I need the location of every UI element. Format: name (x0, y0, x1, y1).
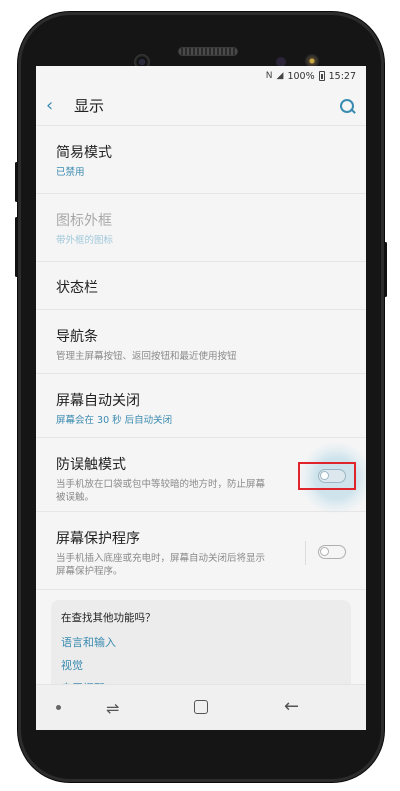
setting-title: 屏幕保护程序 (56, 531, 140, 547)
bixby-key (15, 162, 18, 202)
setting-navigation-bar[interactable]: 导航条 管理主屏幕按钮、返回按钮和最近使用按钮 (36, 310, 366, 374)
setting-subtitle: 屏幕会在 30 秒 后自动关闭 (56, 415, 173, 426)
screen-saver-toggle[interactable] (318, 545, 346, 559)
app-header: ‹ 显示 (36, 86, 366, 126)
setting-screen-timeout[interactable]: 屏幕自动关闭 屏幕会在 30 秒 后自动关闭 (36, 374, 366, 438)
earpiece-speaker (178, 47, 238, 56)
back-icon[interactable]: ← (284, 696, 299, 717)
setting-icon-frames[interactable]: 图标外框 带外框的图标 (36, 194, 366, 262)
setting-subtitle: 当手机放在口袋或包中等较暗的地方时，防止屏幕被误触。 (56, 479, 266, 503)
volume-key (15, 217, 18, 277)
setting-accidental-touch-protection[interactable]: 防误触模式 当手机放在口袋或包中等较暗的地方时，防止屏幕被误触。 (36, 438, 366, 514)
status-bar: N ◢ 100% 15:27 (36, 66, 366, 86)
setting-title: 屏幕自动关闭 (56, 393, 140, 409)
back-arrow-icon[interactable]: ‹ (46, 95, 70, 116)
setting-easy-mode[interactable]: 简易模式 已禁用 (36, 126, 366, 194)
signal-icon: ◢ (276, 71, 284, 81)
suggestions-title: 在查找其他功能吗？ (61, 612, 156, 624)
battery-icon (318, 71, 325, 81)
search-icon[interactable] (338, 97, 356, 115)
setting-subtitle: 管理主屏幕按钮、返回按钮和最近使用按钮 (56, 351, 237, 362)
highlight-box (298, 462, 356, 490)
divider (305, 541, 306, 565)
power-key (384, 242, 387, 297)
setting-title: 防误触模式 (56, 457, 126, 473)
nfc-icon: N (265, 71, 273, 81)
phone-screen: N ◢ 100% 15:27 ‹ 显示 简易模式 已禁用 图标外框 带外框的图标… (36, 66, 366, 730)
toggle-knob (320, 547, 329, 556)
home-icon[interactable] (194, 700, 208, 714)
setting-status-bar[interactable]: 状态栏 (36, 262, 366, 310)
setting-subtitle: 当手机插入底座或充电时，屏幕自动关闭后将显示屏幕保护程序。 (56, 553, 266, 577)
navigation-bar: ⇌ ← (36, 684, 366, 730)
setting-title: 状态栏 (56, 280, 98, 296)
link-vision[interactable]: 视觉 (61, 656, 341, 679)
setting-title: 图标外框 (56, 213, 112, 229)
setting-subtitle: 带外框的图标 (56, 235, 114, 246)
setting-screen-saver[interactable]: 屏幕保护程序 当手机插入底座或充电时，屏幕自动关闭后将显示屏幕保护程序。 (36, 512, 366, 590)
dot-icon[interactable] (56, 705, 61, 710)
clock: 15:27 (328, 70, 356, 82)
link-language-input[interactable]: 语言和输入 (61, 633, 341, 656)
battery-percent: 100% (287, 70, 315, 82)
setting-title: 简易模式 (56, 145, 112, 161)
setting-title: 导航条 (56, 329, 98, 345)
recent-apps-icon[interactable]: ⇌ (106, 699, 119, 718)
page-title: 显示 (74, 97, 105, 115)
setting-subtitle: 已禁用 (56, 167, 85, 178)
